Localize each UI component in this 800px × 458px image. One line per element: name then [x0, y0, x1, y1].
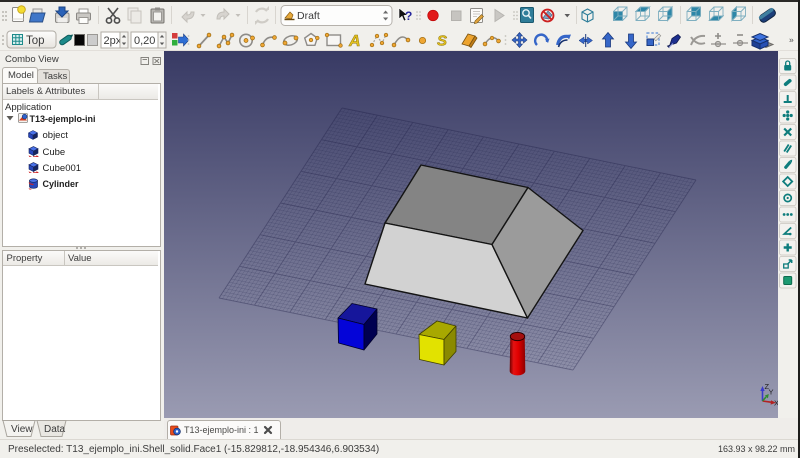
- svg-text:S: S: [437, 33, 447, 50]
- svg-text:A: A: [348, 33, 361, 50]
- svg-text:Y: Y: [769, 388, 774, 397]
- svg-text:0,20: 0,20: [134, 35, 155, 47]
- svg-text:2px: 2px: [104, 35, 122, 47]
- svg-text:View: View: [11, 424, 33, 435]
- svg-text:Top: Top: [26, 35, 45, 47]
- svg-text:»: »: [789, 35, 794, 45]
- svg-text:Draft: Draft: [297, 10, 320, 22]
- svg-text:Data: Data: [44, 424, 66, 435]
- svg-text:?: ?: [405, 9, 412, 23]
